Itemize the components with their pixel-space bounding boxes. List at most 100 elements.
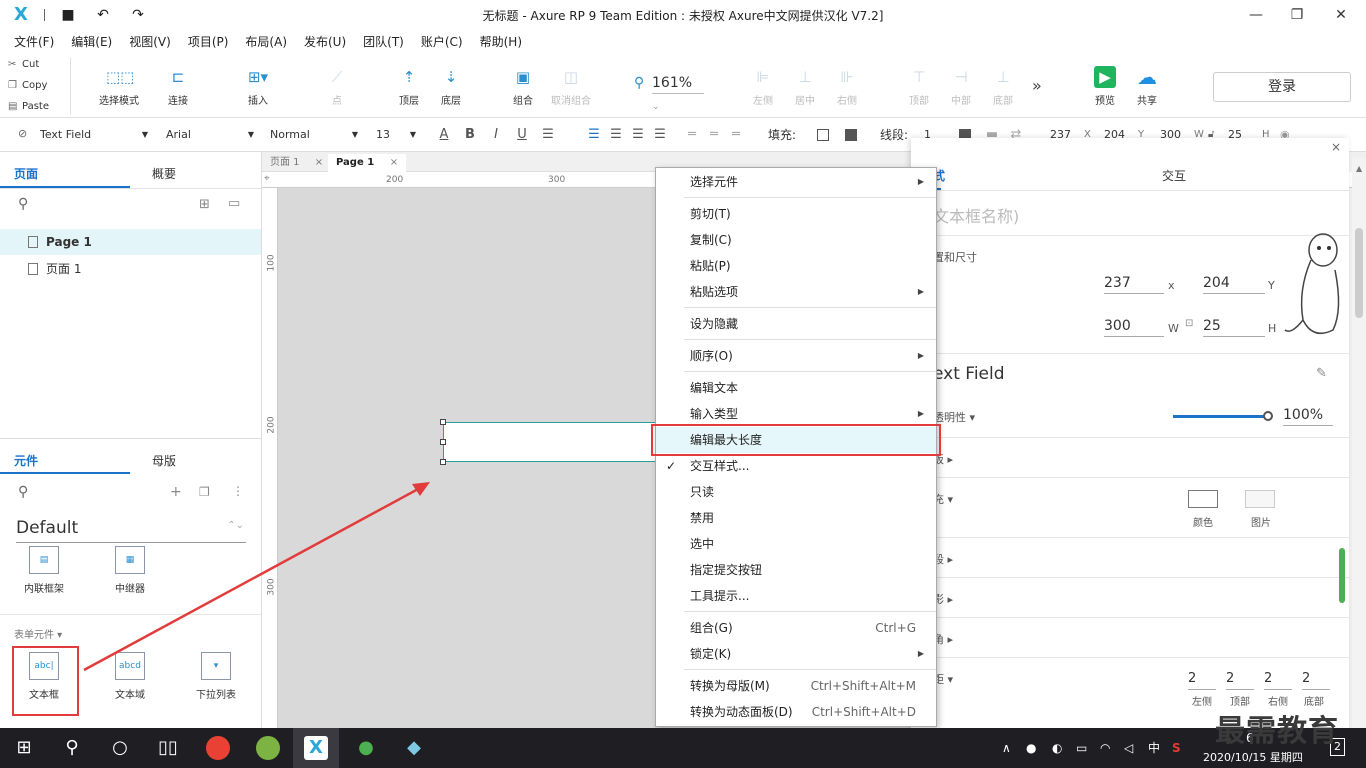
bold-icon[interactable]: B [462, 127, 478, 143]
select-mode-button[interactable]: ⬚⬚ 选择模式 [96, 66, 142, 107]
align-left-button[interactable]: ⊫ 左侧 [748, 66, 778, 107]
menu-team[interactable]: 团队(T) [363, 30, 404, 54]
tab-page-1-cn[interactable]: 页面 1 × [262, 154, 331, 172]
form-section-label[interactable]: 表单元件 ▾ [14, 626, 62, 641]
paste-button[interactable]: ▤ Paste [8, 97, 49, 117]
font-weight-select[interactable]: Normal ▼ [270, 126, 358, 144]
menu-file[interactable]: 文件(F) [14, 30, 54, 54]
chrome-icon[interactable] [206, 736, 230, 760]
menu-project[interactable]: 项目(P) [188, 30, 229, 54]
add-library-icon[interactable]: + [170, 484, 182, 500]
chevron-up-icon[interactable]: ▲ [1356, 164, 1362, 173]
bullet-list-icon[interactable]: ☰ [540, 127, 556, 143]
copy-button[interactable]: ❐ Copy [8, 76, 47, 96]
close-icon[interactable]: × [315, 157, 323, 168]
italic-icon[interactable]: I [488, 127, 504, 143]
padding-right-input[interactable]: 2 [1264, 668, 1292, 690]
height-input[interactable]: 25 [1203, 315, 1265, 337]
tab-pages[interactable]: 页面 [14, 164, 38, 184]
bottom-layer-button[interactable]: ⇣ 底层 [436, 66, 466, 107]
context-menu-item[interactable]: 顺序(O) ▶ [656, 343, 936, 369]
canvas-scrollbar[interactable]: ▲ [1352, 158, 1366, 728]
sogou-ime-icon[interactable]: S [1172, 740, 1181, 756]
widget-inline-frame[interactable]: ▤ 内联框架 [9, 546, 79, 595]
context-menu-item[interactable]: 设为隐藏 [656, 311, 936, 337]
widget-repeater[interactable]: ▦ 中继器 [95, 546, 165, 595]
text-color-icon[interactable]: A [436, 127, 452, 143]
menu-account[interactable]: 账户(C) [421, 30, 463, 54]
scrollbar-thumb[interactable] [1355, 228, 1363, 318]
resize-handle[interactable] [440, 419, 446, 425]
context-menu-item[interactable]: 转换为母版(M) Ctrl+Shift+Alt+M [656, 673, 936, 699]
valign-bottom-icon[interactable]: ═ [728, 127, 744, 143]
context-menu-item[interactable]: 选择元件 ▶ [656, 169, 936, 195]
width-input[interactable]: 300 [1104, 315, 1164, 337]
share-button[interactable]: ☁ 共享 [1131, 66, 1163, 107]
font-size-select[interactable]: 13 ▼ [376, 126, 416, 144]
opacity-slider-handle[interactable] [1263, 411, 1273, 421]
cut-button[interactable]: ✂ Cut [8, 55, 39, 75]
search-icon[interactable]: ⚲ [18, 484, 28, 500]
menu-view[interactable]: 视图(V) [129, 30, 171, 54]
point-button[interactable]: ⟋ 点 [322, 66, 352, 107]
tab-masters[interactable]: 母版 [152, 451, 176, 471]
more-tools-chevron-icon[interactable]: » [1032, 76, 1042, 95]
menu-publish[interactable]: 发布(U) [304, 30, 346, 54]
tray-qq-icon[interactable]: ◐ [1052, 740, 1062, 756]
align-text-right-icon[interactable]: ☰ [630, 127, 646, 143]
page-item[interactable]: Page 1 [0, 229, 261, 255]
widget-dropdown[interactable]: ▾ 下拉列表 [181, 652, 251, 701]
page-item[interactable]: 页面 1 [0, 256, 261, 282]
tab-page-1[interactable]: Page 1 × [328, 154, 407, 172]
align-text-justify-icon[interactable]: ☰ [652, 127, 668, 143]
menu-layout[interactable]: 布局(A) [245, 30, 287, 54]
align-top-button[interactable]: ⊤ 顶部 [904, 66, 934, 107]
connect-button[interactable]: ⊏ 连接 [160, 66, 196, 107]
clock-date[interactable]: 2020/10/15 星期四 [1203, 750, 1303, 766]
valign-top-icon[interactable]: ═ [684, 127, 700, 143]
context-menu-item[interactable]: 粘贴选项 ▶ [656, 279, 936, 305]
context-menu-item[interactable]: 粘贴(P) [656, 253, 936, 279]
opacity-slider[interactable] [1173, 411, 1273, 421]
widget-name-input[interactable]: 文本框名称) [933, 203, 1019, 227]
x-input[interactable]: 237 [1104, 272, 1164, 294]
fill-color-swatch[interactable] [817, 129, 829, 141]
tab-outline[interactable]: 概要 [152, 164, 176, 184]
tab-widgets[interactable]: 元件 [14, 451, 38, 471]
fill-image-button[interactable] [1245, 490, 1275, 508]
align-center-button[interactable]: ⊥ 居中 [790, 66, 820, 107]
opacity-input[interactable]: 100% [1283, 404, 1333, 426]
y-input[interactable]: 204 [1203, 272, 1265, 294]
lock-icon[interactable]: ⊡ [1185, 318, 1193, 329]
align-right-button[interactable]: ⊪ 右侧 [832, 66, 862, 107]
task-view-icon[interactable]: ▯▯ [156, 736, 180, 760]
widget-text-area[interactable]: abcd 文本域 [95, 652, 165, 701]
context-menu-item[interactable]: 组合(G) Ctrl+G [656, 615, 936, 641]
group-button[interactable]: ▣ 组合 [508, 66, 538, 107]
ungroup-button[interactable]: ◫ 取消组合 [548, 66, 594, 107]
context-menu-item[interactable]: 锁定(K) ▶ [656, 641, 936, 667]
underline-icon[interactable]: U [514, 127, 530, 143]
axure-app-icon[interactable]: X [304, 736, 328, 760]
context-menu-item[interactable]: 编辑文本 [656, 375, 936, 401]
close-icon[interactable]: × [390, 157, 398, 168]
ime-indicator[interactable]: 中 [1148, 740, 1160, 756]
panel-scrollbar-thumb[interactable] [1339, 548, 1345, 603]
fill-gradient-swatch[interactable] [845, 129, 857, 141]
wifi-icon[interactable]: ◠ [1100, 740, 1110, 756]
context-menu-item[interactable]: 复制(C) [656, 227, 936, 253]
top-layer-button[interactable]: ⇡ 顶层 [394, 66, 424, 107]
search-icon[interactable]: ⚲ [60, 736, 84, 760]
context-menu-item[interactable]: 工具提示... [656, 583, 936, 609]
context-menu-item[interactable]: 禁用 [656, 505, 936, 531]
tray-wechat-icon[interactable]: ● [1026, 740, 1036, 756]
close-icon[interactable]: × [1331, 140, 1341, 154]
widget-style-select[interactable]: Text Field ▼ [40, 126, 148, 144]
fill-color-button[interactable] [1188, 490, 1218, 508]
align-middle-button[interactable]: ⊣ 中部 [946, 66, 976, 107]
align-text-center-icon[interactable]: ☰ [608, 127, 624, 143]
menu-help[interactable]: 帮助(H) [480, 30, 522, 54]
context-menu-item[interactable]: 选中 [656, 531, 936, 557]
padding-top-input[interactable]: 2 [1226, 668, 1254, 690]
zoom-select[interactable]: 161% ⌄ [652, 72, 704, 112]
